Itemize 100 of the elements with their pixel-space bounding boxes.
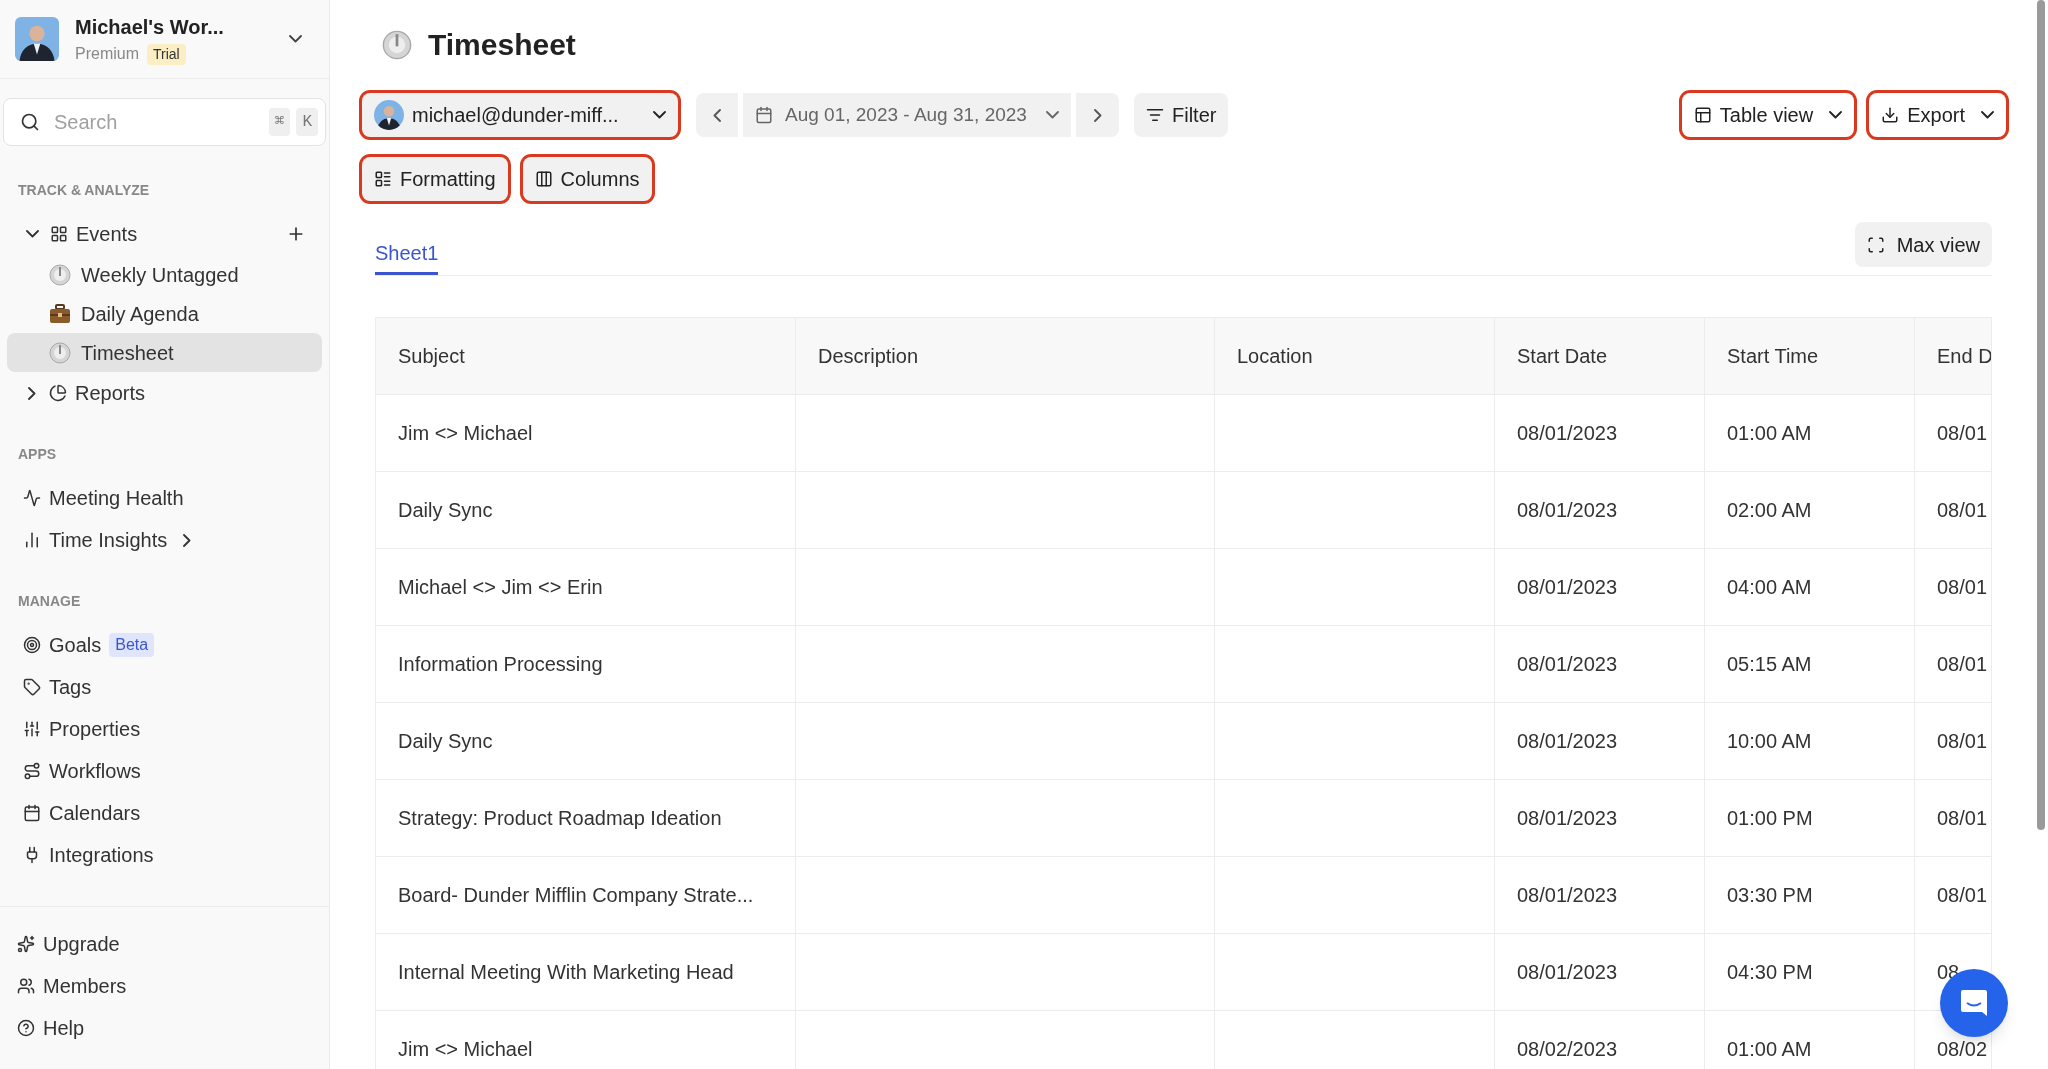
sliders-icon <box>23 720 41 738</box>
table-cell-text: Jim <> Michael <box>398 421 533 446</box>
pie-chart-icon <box>49 384 67 402</box>
shortcut-key: K <box>296 108 318 136</box>
sidebar-item[interactable]: Properties <box>7 708 322 750</box>
shortcut-key: ⌘ <box>268 108 291 136</box>
columns-button[interactable]: Columns <box>522 157 652 201</box>
table-cell-text: Jim <> Michael <box>398 1037 533 1062</box>
table-cell-text: Michael <> Jim <> Erin <box>398 575 603 600</box>
beta-badge: Beta <box>109 633 155 657</box>
column-header[interactable]: Location <box>1214 318 1494 394</box>
chevron-right-icon <box>183 533 192 547</box>
help-icon <box>17 1019 35 1037</box>
chevron-right-icon <box>1093 108 1102 122</box>
bar-chart-icon <box>23 531 41 549</box>
sidebar-item[interactable]: Calendars <box>7 792 322 834</box>
sidebar-item[interactable]: Goals Beta <box>7 624 322 666</box>
filter-button[interactable]: Filter <box>1134 93 1229 137</box>
sidebar-item[interactable]: Time Insights <box>7 519 322 561</box>
section-label: TRACK & ANALYZE <box>17 181 151 200</box>
tag-icon <box>23 678 41 696</box>
column-header[interactable]: Start Time <box>1704 318 1914 394</box>
account-selector[interactable]: michael@dunder-miff... <box>362 93 678 137</box>
max-view-button[interactable]: Max view <box>1854 222 1992 267</box>
sidebar-item[interactable]: Upgrade <box>0 923 329 965</box>
list-icon <box>374 170 392 188</box>
sidebar-item[interactable]: Help <box>0 1007 329 1049</box>
table-cell-text: 08/01/2023 <box>1517 652 1618 677</box>
expand-icon <box>1866 235 1885 254</box>
chevron-down-icon[interactable] <box>26 230 39 238</box>
view-selector[interactable]: Table view <box>1681 93 1855 137</box>
sidebar-item[interactable]: Weekly Untagged <box>7 255 322 294</box>
table-cell-text: 08/02 <box>1937 1037 1988 1062</box>
table-cell-text: Board- Dunder Mifflin Company Strate... <box>398 883 754 908</box>
table-icon <box>1693 106 1712 124</box>
formatting-button[interactable]: Formatting <box>362 157 508 201</box>
chevron-right-icon[interactable] <box>28 386 36 400</box>
column-header[interactable]: Description <box>795 318 1214 394</box>
users-icon <box>17 977 35 995</box>
table-cell-text: 08/01/2023 <box>1517 960 1618 985</box>
download-icon <box>1881 106 1900 124</box>
table-cell-text: 04:00 AM <box>1727 575 1812 600</box>
search-icon <box>20 112 40 132</box>
date-range-picker[interactable]: Aug 01, 2023 - Aug 31, 2023 <box>743 93 1071 137</box>
sidebar-item[interactable]: Tags <box>7 666 322 708</box>
table-cell-text: Internal Meeting With Marketing Head <box>398 960 734 985</box>
sidebar-item[interactable]: Daily Agenda <box>7 294 322 333</box>
chevron-down-icon[interactable] <box>289 35 302 43</box>
table-cell-text: 02:00 AM <box>1727 498 1812 523</box>
trial-badge: Trial <box>147 43 186 65</box>
table-cell-text: 08/01 <box>1937 806 1988 831</box>
table-cell-text: 08/01 <box>1937 652 1988 677</box>
sidebar-item[interactable]: Timesheet <box>7 333 322 372</box>
column-header[interactable]: Subject <box>376 318 795 394</box>
sidebar-item[interactable]: Reports <box>7 372 322 414</box>
calendar-icon <box>23 804 41 822</box>
table-cell-text: 08/01 <box>1937 575 1988 600</box>
sidebar-item[interactable]: Events <box>7 213 322 255</box>
chevron-left-icon <box>713 108 721 122</box>
table-cell-text: 10:00 AM <box>1727 729 1812 754</box>
calendar-icon <box>755 106 773 124</box>
table-cell-text: 01:00 AM <box>1727 421 1812 446</box>
table-cell-text: Daily Sync <box>398 498 493 523</box>
table-cell-text: 08/01/2023 <box>1517 421 1618 446</box>
route-icon <box>23 762 41 780</box>
sidebar-item[interactable]: Members <box>0 965 329 1007</box>
chevron-down-icon <box>1046 111 1059 119</box>
table-cell-text: 05:15 AM <box>1727 652 1812 677</box>
sidebar-item[interactable]: Integrations <box>7 834 322 876</box>
table-cell-text: Strategy: Product Roadmap Ideation <box>398 806 722 831</box>
column-header[interactable]: End D <box>1914 318 1991 394</box>
table-cell-text: 08/01 <box>1937 421 1988 446</box>
dial-icon <box>49 341 71 364</box>
table-cell-text: Information Processing <box>398 652 603 677</box>
table-cell-text: 03:30 PM <box>1727 883 1813 908</box>
page-title: Timesheet <box>428 27 576 63</box>
filter-icon <box>1146 106 1164 124</box>
chevron-down-icon <box>1829 111 1843 119</box>
table-cell-text: 08/01/2023 <box>1517 806 1618 831</box>
chevron-down-icon <box>1981 111 1994 119</box>
table-cell-text: 08/02/2023 <box>1517 1037 1618 1062</box>
sheet-tab[interactable]: Sheet1 <box>375 234 439 275</box>
sidebar-item[interactable]: Workflows <box>7 750 322 792</box>
section-label: APPS <box>17 445 58 464</box>
table-cell-text: 08/01 <box>1937 498 1988 523</box>
column-header[interactable]: Start Date <box>1494 318 1704 394</box>
table-cell-text: 08/01 <box>1937 883 1988 908</box>
table-cell-text: 04:30 PM <box>1727 960 1813 985</box>
export-button[interactable]: Export <box>1869 93 2006 137</box>
table-cell-text: 01:00 AM <box>1727 1037 1812 1062</box>
dial-icon <box>49 263 71 286</box>
dial-icon <box>382 29 412 60</box>
sparkles-icon <box>17 935 35 953</box>
section-label: MANAGE <box>17 592 82 611</box>
chat-icon <box>1959 988 1989 1018</box>
target-icon <box>23 636 41 654</box>
pulse-icon <box>23 489 41 507</box>
avatar <box>374 100 404 130</box>
sidebar-item[interactable]: Meeting Health <box>7 477 322 519</box>
table-cell-text: 01:00 PM <box>1727 806 1813 831</box>
